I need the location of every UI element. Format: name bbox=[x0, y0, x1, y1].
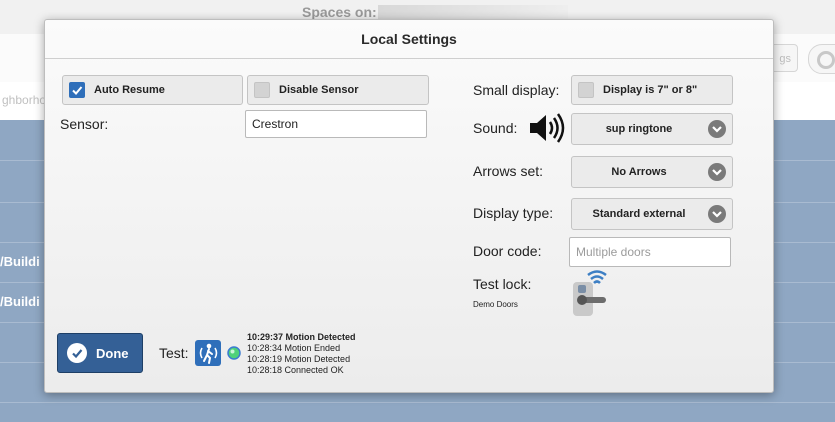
display-type-select-value: Standard external bbox=[592, 208, 686, 220]
speaker-icon[interactable] bbox=[529, 112, 567, 144]
checkbox-unchecked-icon bbox=[578, 82, 594, 98]
test-lock-location: Demo Doors bbox=[473, 300, 518, 309]
checkmark-icon bbox=[67, 343, 87, 363]
log-entry: 10:28:18 Connected OK bbox=[247, 365, 344, 375]
chevron-down-icon bbox=[708, 163, 726, 181]
test-label: Test: bbox=[159, 345, 189, 361]
done-button[interactable]: Done bbox=[57, 333, 143, 373]
done-label: Done bbox=[96, 345, 129, 361]
search-button[interactable] bbox=[808, 44, 835, 74]
chevron-down-icon bbox=[708, 205, 726, 223]
motion-sensor-icon[interactable] bbox=[195, 340, 221, 366]
log-entry: 10:28:19 Motion Detected bbox=[247, 354, 351, 364]
sensor-label: Sensor: bbox=[60, 116, 109, 132]
smart-lock-icon[interactable] bbox=[569, 270, 611, 318]
door-code-label: Door code: bbox=[473, 243, 542, 259]
redacted-title-value bbox=[378, 5, 568, 19]
auto-resume-toggle[interactable]: Auto Resume bbox=[62, 75, 243, 105]
status-led-icon bbox=[227, 346, 241, 360]
motion-log: 10:29:37 Motion Detected 10:28:34 Motion… bbox=[247, 332, 356, 376]
log-entry: 10:29:37 Motion Detected bbox=[247, 332, 356, 342]
disable-sensor-toggle[interactable]: Disable Sensor bbox=[247, 75, 429, 105]
sound-label: Sound: bbox=[473, 120, 518, 136]
display-type-label: Display type: bbox=[473, 205, 554, 221]
arrows-set-label: Arrows set: bbox=[473, 163, 544, 179]
small-display-option-label: Display is 7" or 8" bbox=[603, 84, 698, 96]
table-row-building[interactable]: /Buildi bbox=[0, 294, 40, 309]
dialog-title: Local Settings bbox=[45, 20, 773, 59]
arrows-set-select-value: No Arrows bbox=[611, 166, 667, 178]
sound-select[interactable]: sup ringtone bbox=[571, 113, 733, 145]
display-type-select[interactable]: Standard external bbox=[571, 198, 733, 230]
search-icon bbox=[817, 51, 835, 69]
door-code-input[interactable] bbox=[569, 237, 731, 267]
auto-resume-label: Auto Resume bbox=[94, 84, 165, 96]
neighborhood-filter[interactable]: ghborho bbox=[2, 93, 46, 107]
table-row-building[interactable]: /Buildi bbox=[0, 254, 40, 269]
disable-sensor-label: Disable Sensor bbox=[279, 84, 359, 96]
checkbox-checked-icon bbox=[69, 82, 85, 98]
sensor-input[interactable] bbox=[245, 110, 427, 138]
sound-select-value: sup ringtone bbox=[605, 123, 673, 135]
log-entry: 10:28:34 Motion Ended bbox=[247, 343, 341, 353]
chevron-down-icon bbox=[708, 120, 726, 138]
checkbox-unchecked-icon bbox=[254, 82, 270, 98]
page-title: Spaces on: bbox=[302, 4, 377, 20]
arrows-set-select[interactable]: No Arrows bbox=[571, 156, 733, 188]
small-display-toggle[interactable]: Display is 7" or 8" bbox=[571, 75, 733, 105]
small-display-label: Small display: bbox=[473, 82, 560, 98]
test-lock-label: Test lock: bbox=[473, 276, 532, 292]
local-settings-dialog: Local Settings Auto Resume Disable Senso… bbox=[44, 19, 774, 393]
